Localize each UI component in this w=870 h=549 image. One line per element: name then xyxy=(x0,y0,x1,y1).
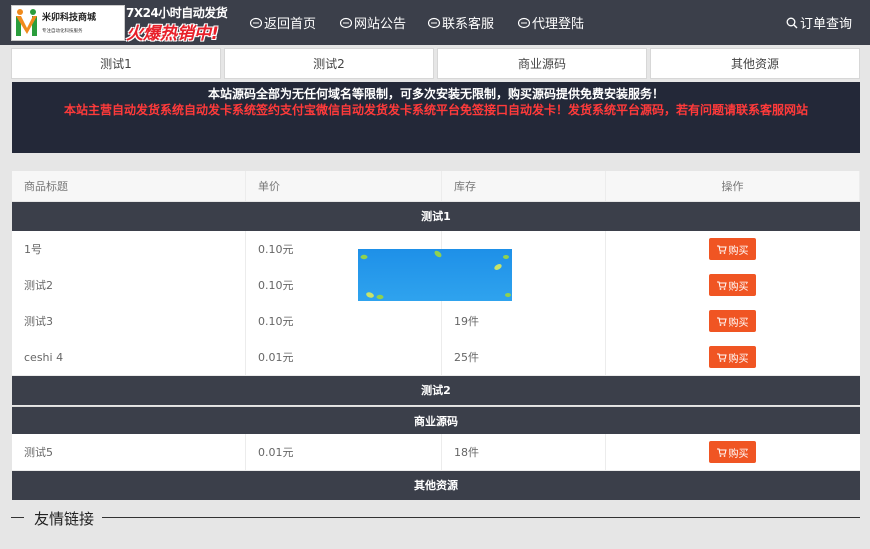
nav-notice-label: 网站公告 xyxy=(354,17,407,32)
buy-button[interactable]: 购买 xyxy=(709,238,756,260)
buy-button-label: 购买 xyxy=(728,448,749,460)
product-price: 0.10元 xyxy=(246,303,442,339)
cart-icon xyxy=(716,317,727,326)
logo-name: 米卯科技商城 xyxy=(42,13,97,23)
buy-button[interactable]: 购买 xyxy=(709,441,756,463)
category-row-commercial-source: 商业源码 xyxy=(12,406,860,435)
buy-button-label: 购买 xyxy=(728,317,749,329)
product-title: 测试3 xyxy=(12,303,246,339)
nav-order-query[interactable]: 订单查询 xyxy=(786,13,852,32)
nav-home-label: 返回首页 xyxy=(264,17,317,32)
search-icon xyxy=(786,17,798,28)
overlay-ad-image[interactable] xyxy=(358,249,512,301)
product-price: 0.01元 xyxy=(246,434,442,470)
notice-line-2: 本站主营自动发货系统自动发卡系统签约支付宝微信自动发货发卡系统平台免签接口自动发… xyxy=(63,103,808,117)
cart-icon xyxy=(716,281,727,290)
promo-line-2: 火爆热销中! xyxy=(126,24,219,44)
home-icon xyxy=(250,17,262,28)
cart-icon xyxy=(716,245,727,254)
order-query-label: 订单查询 xyxy=(800,17,853,32)
table-header: 商品标题 单价 库存 操作 xyxy=(12,171,860,202)
product-stock: 25件 xyxy=(442,339,606,375)
nav-service-label: 联系客服 xyxy=(442,17,495,32)
buy-button[interactable]: 购买 xyxy=(709,310,756,332)
category-row-test2: 测试2 xyxy=(12,376,860,405)
notice-icon xyxy=(340,17,352,28)
cart-icon xyxy=(716,353,727,362)
product-stock: 18件 xyxy=(442,434,606,470)
product-title: 1号 xyxy=(12,231,246,267)
buy-button-label: 购买 xyxy=(728,245,749,257)
cart-icon xyxy=(716,448,727,457)
table-row: ceshi 4 0.01元 25件 购买 xyxy=(12,339,860,376)
top-navbar: 米卯科技商城 专注自动化科技服务 7X24小时自动发货 火爆热销中! 返回首页 … xyxy=(0,0,870,45)
category-row-test1: 测试1 xyxy=(12,202,860,231)
notice-line-1: 本站源码全部为无任何域名等限制，可多次安装无限制，购买源码提供免费安装服务！ xyxy=(207,87,664,101)
product-title: ceshi 4 xyxy=(12,339,246,375)
friend-links-divider-right xyxy=(102,517,860,518)
agent-icon xyxy=(518,17,530,28)
logo-mark-icon xyxy=(16,9,37,36)
notice-banner: 本站源码全部为无任何域名等限制，可多次安装无限制，购买源码提供免费安装服务！ 本… xyxy=(12,82,860,153)
nav-service[interactable]: 联系客服 xyxy=(428,13,494,32)
tab-other-resources[interactable]: 其他资源 xyxy=(650,48,860,79)
table-row: 测试5 0.01元 18件 购买 xyxy=(12,434,860,471)
leaf-decoration-icon xyxy=(360,250,511,300)
buy-button-label: 购买 xyxy=(728,281,749,293)
product-price: 0.01元 xyxy=(246,339,442,375)
nav-agent[interactable]: 代理登陆 xyxy=(518,13,584,32)
product-title: 测试2 xyxy=(12,267,246,303)
header-title: 商品标题 xyxy=(12,171,246,201)
logo-subtitle: 专注自动化科技服务 xyxy=(42,28,83,34)
buy-button[interactable]: 购买 xyxy=(709,346,756,368)
tab-test1[interactable]: 测试1 xyxy=(11,48,221,79)
product-stock: 19件 xyxy=(442,303,606,339)
tab-commercial-source[interactable]: 商业源码 xyxy=(437,48,647,79)
buy-button[interactable]: 购买 xyxy=(709,274,756,296)
site-logo[interactable]: 米卯科技商城 专注自动化科技服务 xyxy=(11,5,125,41)
product-title: 测试5 xyxy=(12,434,246,470)
header-stock: 库存 xyxy=(442,171,606,201)
nav-agent-label: 代理登陆 xyxy=(532,17,585,32)
header-action: 操作 xyxy=(606,171,860,201)
category-tabs: 测试1 测试2 商业源码 其他资源 xyxy=(11,48,860,79)
service-icon xyxy=(428,17,440,28)
friend-links-divider-left xyxy=(11,517,24,518)
tab-test2[interactable]: 测试2 xyxy=(224,48,434,79)
table-row: 测试3 0.10元 19件 购买 xyxy=(12,303,860,340)
category-row-other-resources: 其他资源 xyxy=(12,471,860,500)
nav-home[interactable]: 返回首页 xyxy=(250,13,316,32)
nav-notice[interactable]: 网站公告 xyxy=(340,13,406,32)
friend-links-title: 友情链接 xyxy=(34,510,95,528)
buy-button-label: 购买 xyxy=(728,353,749,365)
header-price: 单价 xyxy=(246,171,442,201)
